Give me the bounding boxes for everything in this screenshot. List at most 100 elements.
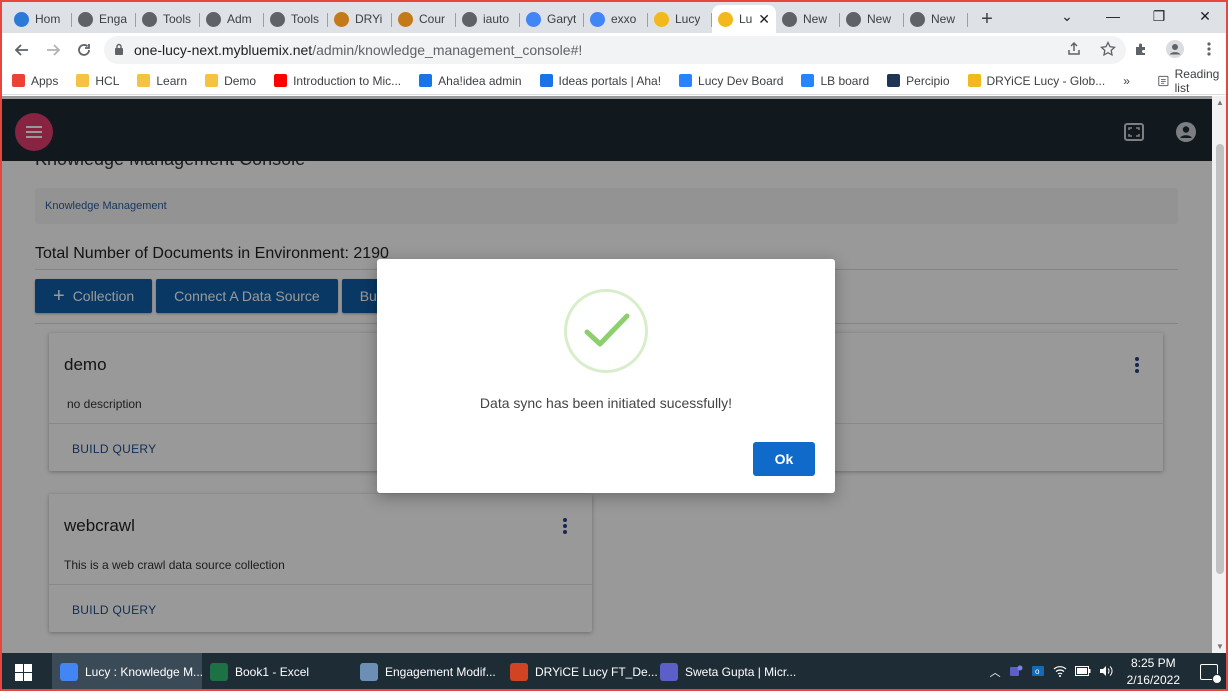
extensions-puzzle-icon[interactable]: [1130, 38, 1152, 60]
system-clock[interactable]: 8:25 PM 2/16/2022: [1127, 655, 1180, 689]
back-arrow-icon[interactable]: [6, 36, 37, 64]
bookmark-item[interactable]: Lucy Dev Board: [679, 74, 783, 88]
taskbar-app-label: Lucy : Knowledge M...: [85, 665, 204, 679]
bookmark-item[interactable]: DRYiCE Lucy - Glob...: [967, 74, 1105, 88]
scroll-down-arrow-icon[interactable]: ▼: [1216, 642, 1224, 651]
taskbar-app[interactable]: Lucy : Knowledge M...: [52, 653, 204, 691]
bookmark-label: Learn: [156, 73, 188, 88]
svg-text:o: o: [1035, 667, 1040, 676]
browser-tab[interactable]: Adm: [200, 5, 264, 33]
bookmark-favicon-icon: [274, 74, 288, 87]
tab-title: Hom: [35, 12, 61, 26]
scrollbar-thumb[interactable]: [1216, 144, 1224, 574]
browser-tab[interactable]: exxo: [584, 5, 648, 33]
wifi-icon[interactable]: [1053, 665, 1067, 680]
forward-arrow-icon[interactable]: [37, 36, 68, 64]
battery-icon[interactable]: [1074, 665, 1091, 679]
bookmark-item[interactable]: Demo: [205, 74, 256, 88]
chrome-icon: [206, 11, 221, 27]
bookmark-star-icon[interactable]: [1100, 40, 1116, 61]
share-icon[interactable]: [1066, 41, 1082, 61]
browser-tab[interactable]: Hom: [8, 5, 72, 33]
bookmark-label: LB board: [820, 73, 870, 88]
teams-tray-icon[interactable]: [1009, 664, 1023, 681]
browser-tab[interactable]: iauto: [456, 5, 520, 33]
bookmark-item[interactable]: Ideas portals | Aha!: [539, 74, 661, 88]
bookmark-item[interactable]: HCL: [76, 74, 119, 88]
browser-tab[interactable]: Tools: [136, 5, 200, 33]
bookmarks-overflow-button[interactable]: »: [1123, 74, 1130, 88]
tab-title: Lucy: [675, 12, 701, 26]
bookmark-item[interactable]: Percipio: [887, 73, 950, 88]
start-button[interactable]: [0, 653, 46, 691]
tab-title: New: [931, 12, 956, 26]
taskbar-app[interactable]: Sweta Gupta | Micr...: [652, 653, 797, 691]
taskbar-app[interactable]: Engagement Modif...: [352, 653, 502, 691]
browser-toolbar: one-lucy-next.mybluemix.net/admin/knowle…: [0, 33, 1228, 67]
tab-title: New: [803, 12, 828, 26]
lucy-icon: [654, 11, 669, 27]
reading-list-button[interactable]: Reading list: [1158, 67, 1223, 95]
lock-icon: [114, 43, 124, 58]
new-tab-button[interactable]: +: [972, 5, 1002, 33]
bookmark-favicon-icon: [419, 74, 433, 87]
bookmark-item[interactable]: Aha!idea admin: [419, 74, 522, 88]
chrome-icon: [782, 11, 797, 27]
address-bar[interactable]: one-lucy-next.mybluemix.net/admin/knowle…: [104, 36, 1126, 64]
tab-title: New: [867, 12, 892, 26]
tab-search-icon[interactable]: ⌄: [1044, 0, 1090, 32]
more-vertical-icon[interactable]: [1198, 38, 1220, 60]
tab-title: Enga: [99, 12, 128, 26]
reload-icon[interactable]: [68, 36, 99, 64]
close-window-button[interactable]: ✕: [1182, 0, 1228, 32]
bookmark-favicon-icon: [539, 74, 553, 87]
dialog-message: Data sync has been initiated sucessfully…: [479, 395, 733, 411]
windows-logo-icon: [14, 663, 32, 681]
volume-icon[interactable]: [1099, 665, 1113, 680]
google-icon: [590, 11, 605, 27]
browser-tab[interactable]: Lu ✕: [712, 5, 776, 33]
taskbar-app-label: DRYiCE Lucy FT_De...: [535, 665, 658, 679]
tab-title: Tools: [163, 12, 192, 26]
page-scrollbar[interactable]: ▲ ▼: [1212, 96, 1228, 653]
browser-tab[interactable]: Enga: [72, 5, 136, 33]
scroll-up-arrow-icon[interactable]: ▲: [1216, 98, 1224, 107]
browser-tab[interactable]: New: [840, 5, 904, 33]
chrome-icon: [270, 11, 285, 27]
apps-grid-icon: [12, 74, 25, 87]
bookmark-item[interactable]: Apps: [12, 74, 58, 88]
lucy-icon: [718, 11, 733, 27]
browser-tab[interactable]: Lucy: [648, 5, 712, 33]
browser-tab[interactable]: DRYi: [328, 5, 392, 33]
bookmark-item[interactable]: Learn: [137, 74, 187, 88]
bookmarks-bar: Apps HCL Learn Demo Introduction to Mic... Ah…: [0, 67, 1228, 95]
browser-tab[interactable]: Garyt: [520, 5, 584, 33]
browser-tab[interactable]: Cour: [392, 5, 456, 33]
profile-avatar-icon[interactable]: [1164, 38, 1186, 60]
browser-tab[interactable]: New: [776, 5, 840, 33]
paint-icon: [360, 663, 378, 681]
site-icon: [14, 11, 29, 27]
minimize-button[interactable]: —: [1090, 0, 1136, 32]
notification-center-icon[interactable]: [1200, 664, 1222, 684]
chrome-icon: [78, 11, 93, 27]
url-path: /admin/knowledge_management_console#!: [312, 42, 583, 58]
ok-button[interactable]: Ok: [753, 442, 815, 476]
bookmark-item[interactable]: Introduction to Mic...: [274, 74, 401, 88]
browser-tab[interactable]: Tools: [264, 5, 328, 33]
taskbar-app-label: Sweta Gupta | Micr...: [685, 665, 797, 679]
bookmark-label: Percipio: [906, 73, 950, 88]
taskbar-app[interactable]: DRYiCE Lucy FT_De...: [502, 653, 658, 691]
chevron-up-icon[interactable]: ︿: [990, 664, 1001, 680]
bookmark-item[interactable]: LB board: [801, 74, 869, 88]
google-icon: [526, 11, 541, 27]
outlook-tray-icon[interactable]: o: [1031, 664, 1045, 681]
clock-time: 8:25 PM: [1130, 656, 1176, 670]
bookmark-favicon-icon: [801, 74, 815, 87]
tab-title: Tools: [291, 12, 320, 26]
browser-tab[interactable]: New: [904, 5, 968, 33]
close-tab-icon[interactable]: ✕: [758, 11, 770, 28]
taskbar-app[interactable]: Book1 - Excel: [202, 653, 352, 691]
restore-button[interactable]: ❐: [1136, 0, 1182, 32]
chrome-icon: [462, 11, 477, 27]
